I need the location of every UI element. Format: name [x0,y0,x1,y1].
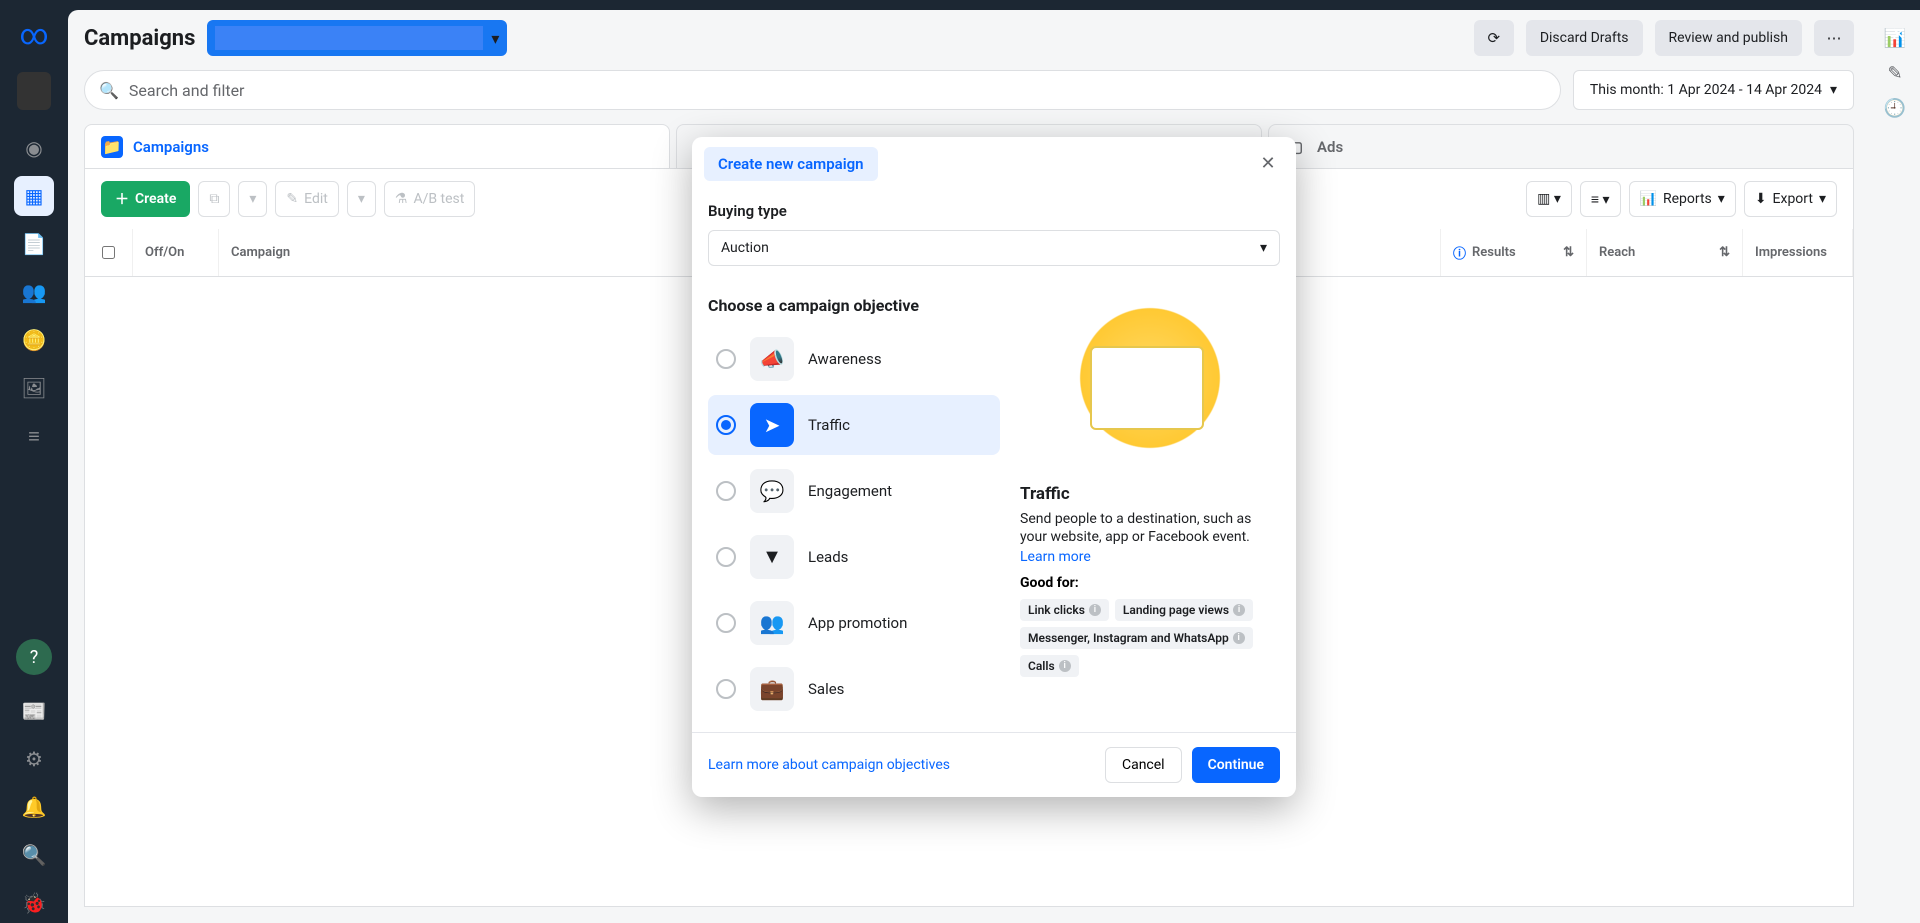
funnel-icon: ▼ [750,535,794,579]
buying-type-select[interactable]: Auction ▾ [708,230,1280,266]
info-icon[interactable]: i [1059,660,1071,672]
account-switcher[interactable] [17,72,51,110]
modal-close-button[interactable]: ✕ [1252,148,1284,180]
left-nav-rail: ∞ ◉ ▦ 📄 👥 🪙 🖼 ≡ ? 📰 ⚙ 🔔 🔍 🐞 [0,0,68,923]
overview-icon[interactable]: ◉ [14,128,54,168]
ads-reporting-icon[interactable]: 📄 [14,224,54,264]
billing-icon[interactable]: 🪙 [14,320,54,360]
objective-illustration [1060,306,1240,466]
bug-icon[interactable]: 🐞 [14,883,54,923]
chip-link-clicks: Link clicksi [1020,599,1109,621]
chip-messenger: Messenger, Instagram and WhatsAppi [1020,627,1253,649]
campaigns-tab-icon[interactable]: ▦ [14,176,54,216]
modal-tab-create[interactable]: Create new campaign [704,147,878,181]
objective-awareness[interactable]: 📣Awareness [708,329,1000,389]
objective-app-promotion[interactable]: 👥App promotion [708,593,1000,653]
good-for-label: Good for: [1020,575,1280,591]
continue-button[interactable]: Continue [1192,747,1280,783]
chevron-down-icon: ▾ [1260,240,1267,256]
chip-landing-page-views: Landing page viewsi [1115,599,1253,621]
objective-detail-title: Traffic [1020,484,1280,504]
learn-objectives-link[interactable]: Learn more about campaign objectives [708,757,950,773]
all-tools-icon[interactable]: ≡ [14,416,54,456]
megaphone-icon: 📣 [750,337,794,381]
objective-traffic[interactable]: ➤Traffic [708,395,1000,455]
cancel-button[interactable]: Cancel [1105,747,1182,783]
creative-icon[interactable]: 🖼 [14,368,54,408]
feed-icon[interactable]: 📰 [14,691,54,731]
info-icon[interactable]: i [1089,604,1101,616]
objective-detail-desc: Send people to a destination, such as yo… [1020,510,1280,548]
objective-engagement[interactable]: 💬Engagement [708,461,1000,521]
choose-objective-heading: Choose a campaign objective [708,296,1000,315]
people-icon: 👥 [750,601,794,645]
objective-leads[interactable]: ▼Leads [708,527,1000,587]
info-icon[interactable]: i [1233,632,1245,644]
create-campaign-modal: Create new campaign ✕ Buying type Auctio… [692,137,1296,797]
briefcase-icon: 💼 [750,667,794,711]
notifications-icon[interactable]: 🔔 [14,787,54,827]
cursor-icon: ➤ [750,403,794,447]
chip-calls: Callsi [1020,655,1079,677]
objective-sales[interactable]: 💼Sales [708,659,1000,719]
buying-type-label: Buying type [708,202,1280,220]
settings-icon[interactable]: ⚙ [14,739,54,779]
help-button[interactable]: ? [16,639,52,675]
learn-more-link[interactable]: Learn more [1020,549,1280,565]
audiences-icon[interactable]: 👥 [14,272,54,312]
chat-icon: 💬 [750,469,794,513]
meta-logo: ∞ [18,18,50,50]
info-icon[interactable]: i [1233,604,1245,616]
modal-overlay: Create new campaign ✕ Buying type Auctio… [68,10,1920,923]
search-nav-icon[interactable]: 🔍 [14,835,54,875]
